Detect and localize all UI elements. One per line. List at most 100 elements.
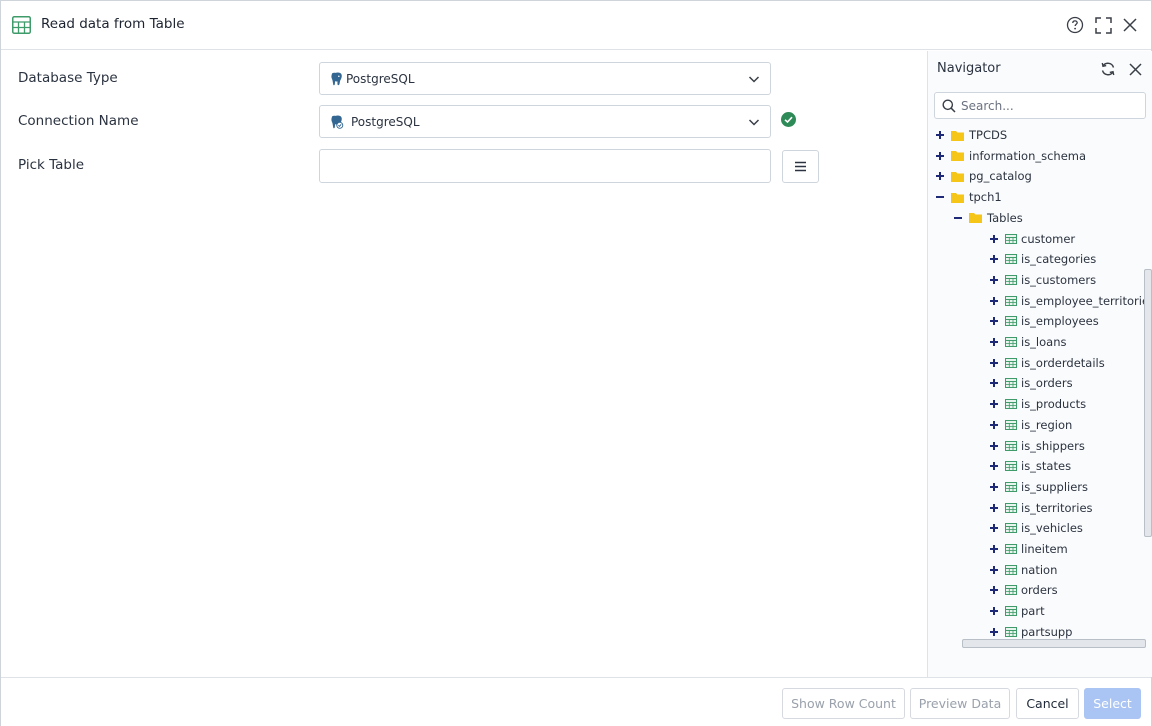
- close-dialog-button[interactable]: [1120, 15, 1140, 35]
- cancel-button[interactable]: Cancel: [1016, 688, 1079, 719]
- expand-icon[interactable]: [988, 336, 1000, 348]
- expand-icon[interactable]: [988, 274, 1000, 286]
- postgresql-connection-icon: [331, 115, 344, 129]
- show-row-count-button[interactable]: Show Row Count: [782, 688, 905, 719]
- refresh-button[interactable]: [1099, 60, 1117, 78]
- horizontal-scrollbar[interactable]: [962, 639, 1146, 648]
- tree-item-label: partsupp: [1021, 624, 1073, 639]
- table-icon: [1005, 564, 1017, 575]
- tree-table-item[interactable]: lineitem: [988, 539, 1068, 559]
- close-navigator-button[interactable]: [1126, 60, 1144, 78]
- tree-table-item[interactable]: is_loans: [988, 332, 1067, 352]
- preview-data-button[interactable]: Preview Data: [910, 688, 1010, 719]
- tree-table-item[interactable]: customer: [988, 229, 1075, 249]
- tree-table-item[interactable]: is_vehicles: [988, 518, 1083, 538]
- expand-icon[interactable]: [988, 584, 1000, 596]
- expand-icon[interactable]: [988, 419, 1000, 431]
- table-icon: [1005, 481, 1017, 492]
- schema-tree: TPCDS information_schema pg_catalog tpch1 Ta…: [928, 125, 1146, 639]
- chevron-down-icon: [748, 119, 760, 126]
- tree-item-label: is_orderdetails: [1021, 355, 1105, 370]
- table-icon: [1005, 626, 1017, 637]
- collapse-icon[interactable]: [934, 191, 946, 203]
- expand-icon[interactable]: [988, 440, 1000, 452]
- dialog-footer: Show Row Count Preview Data Cancel Selec…: [1, 677, 1151, 726]
- tree-table-item[interactable]: is_territories: [988, 498, 1093, 518]
- expand-icon[interactable]: [988, 233, 1000, 245]
- expand-icon[interactable]: [988, 481, 1000, 493]
- tree-table-item[interactable]: is_shippers: [988, 436, 1085, 456]
- table-icon: [1005, 523, 1017, 534]
- check-circle-icon: [781, 112, 796, 127]
- expand-icon[interactable]: [934, 170, 946, 182]
- table-icon: [1005, 254, 1017, 265]
- expand-icon[interactable]: [988, 398, 1000, 410]
- folder-icon: [951, 192, 964, 203]
- close-icon: [1128, 62, 1142, 76]
- chevron-down-icon: [748, 76, 760, 83]
- tree-table-item[interactable]: partsupp: [988, 622, 1072, 639]
- tree-table-item[interactable]: is_employee_territories: [988, 291, 1146, 311]
- help-button[interactable]: [1065, 15, 1085, 35]
- expand-icon[interactable]: [988, 605, 1000, 617]
- tree-table-item[interactable]: is_categories: [988, 249, 1096, 269]
- search-icon: [942, 99, 956, 113]
- tree-table-item[interactable]: part: [988, 601, 1045, 621]
- connection-name-value: PostgreSQL: [351, 115, 420, 129]
- tree-table-item[interactable]: is_states: [988, 456, 1071, 476]
- expand-icon[interactable]: [934, 150, 946, 162]
- database-type-select[interactable]: PostgreSQL: [319, 62, 771, 95]
- tree-table-item[interactable]: is_customers: [988, 270, 1096, 290]
- folder-icon: [969, 213, 982, 224]
- refresh-icon: [1101, 62, 1115, 76]
- expand-icon[interactable]: [988, 295, 1000, 307]
- pick-table-menu-button[interactable]: [782, 150, 819, 183]
- connection-name-select[interactable]: PostgreSQL: [319, 105, 771, 138]
- expand-icon[interactable]: [988, 564, 1000, 576]
- tree-item-label: pg_catalog: [969, 169, 1032, 184]
- navigator-search-input[interactable]: [961, 96, 1141, 115]
- tree-folder-item[interactable]: TPCDS: [934, 125, 1007, 145]
- select-button[interactable]: Select: [1084, 688, 1141, 719]
- pick-table-input[interactable]: [319, 149, 771, 183]
- table-icon: [1005, 233, 1017, 244]
- tree-table-item[interactable]: is_region: [988, 415, 1072, 435]
- expand-icon[interactable]: [934, 129, 946, 141]
- collapse-icon[interactable]: [952, 212, 964, 224]
- tree-table-item[interactable]: is_suppliers: [988, 477, 1088, 497]
- tree-item-label: is_employee_territories: [1021, 293, 1146, 308]
- expand-icon[interactable]: [988, 502, 1000, 514]
- tree-item-label: tpch1: [969, 190, 1002, 205]
- tree-folder-item[interactable]: information_schema: [934, 146, 1086, 166]
- expand-icon[interactable]: [988, 626, 1000, 638]
- tree-item-label: is_suppliers: [1021, 479, 1089, 494]
- expand-icon[interactable]: [988, 253, 1000, 265]
- tree-table-item[interactable]: is_employees: [988, 311, 1099, 331]
- vertical-scrollbar[interactable]: [1144, 269, 1152, 537]
- tree-folder-item[interactable]: tpch1: [934, 187, 1002, 207]
- expand-icon[interactable]: [988, 543, 1000, 555]
- table-icon: [1005, 337, 1017, 347]
- tree-table-item[interactable]: is_orders: [988, 373, 1073, 393]
- table-icon: [1005, 274, 1017, 285]
- table-icon: [1005, 378, 1017, 389]
- expand-icon[interactable]: [988, 315, 1000, 327]
- maximize-button[interactable]: [1093, 15, 1113, 35]
- expand-icon[interactable]: [988, 460, 1000, 472]
- navigator-panel: Navigator TPCDS information_schema pg_cata…: [927, 51, 1152, 677]
- table-icon: [1005, 502, 1017, 513]
- maximize-icon: [1094, 16, 1112, 34]
- tree-item-label: is_territories: [1021, 500, 1093, 515]
- tree-folder-item[interactable]: pg_catalog: [934, 166, 1032, 186]
- tree-table-item[interactable]: orders: [988, 580, 1058, 600]
- tree-table-item[interactable]: is_products: [988, 394, 1086, 414]
- expand-icon[interactable]: [988, 377, 1000, 389]
- navigator-search[interactable]: [934, 92, 1146, 119]
- folder-icon: [951, 130, 964, 141]
- tree-table-item[interactable]: nation: [988, 560, 1057, 580]
- tree-folder-item[interactable]: Tables: [952, 208, 1023, 228]
- expand-icon[interactable]: [988, 522, 1000, 534]
- tree-item-label: is_loans: [1021, 335, 1067, 349]
- expand-icon[interactable]: [988, 357, 1000, 369]
- tree-table-item[interactable]: is_orderdetails: [988, 353, 1105, 373]
